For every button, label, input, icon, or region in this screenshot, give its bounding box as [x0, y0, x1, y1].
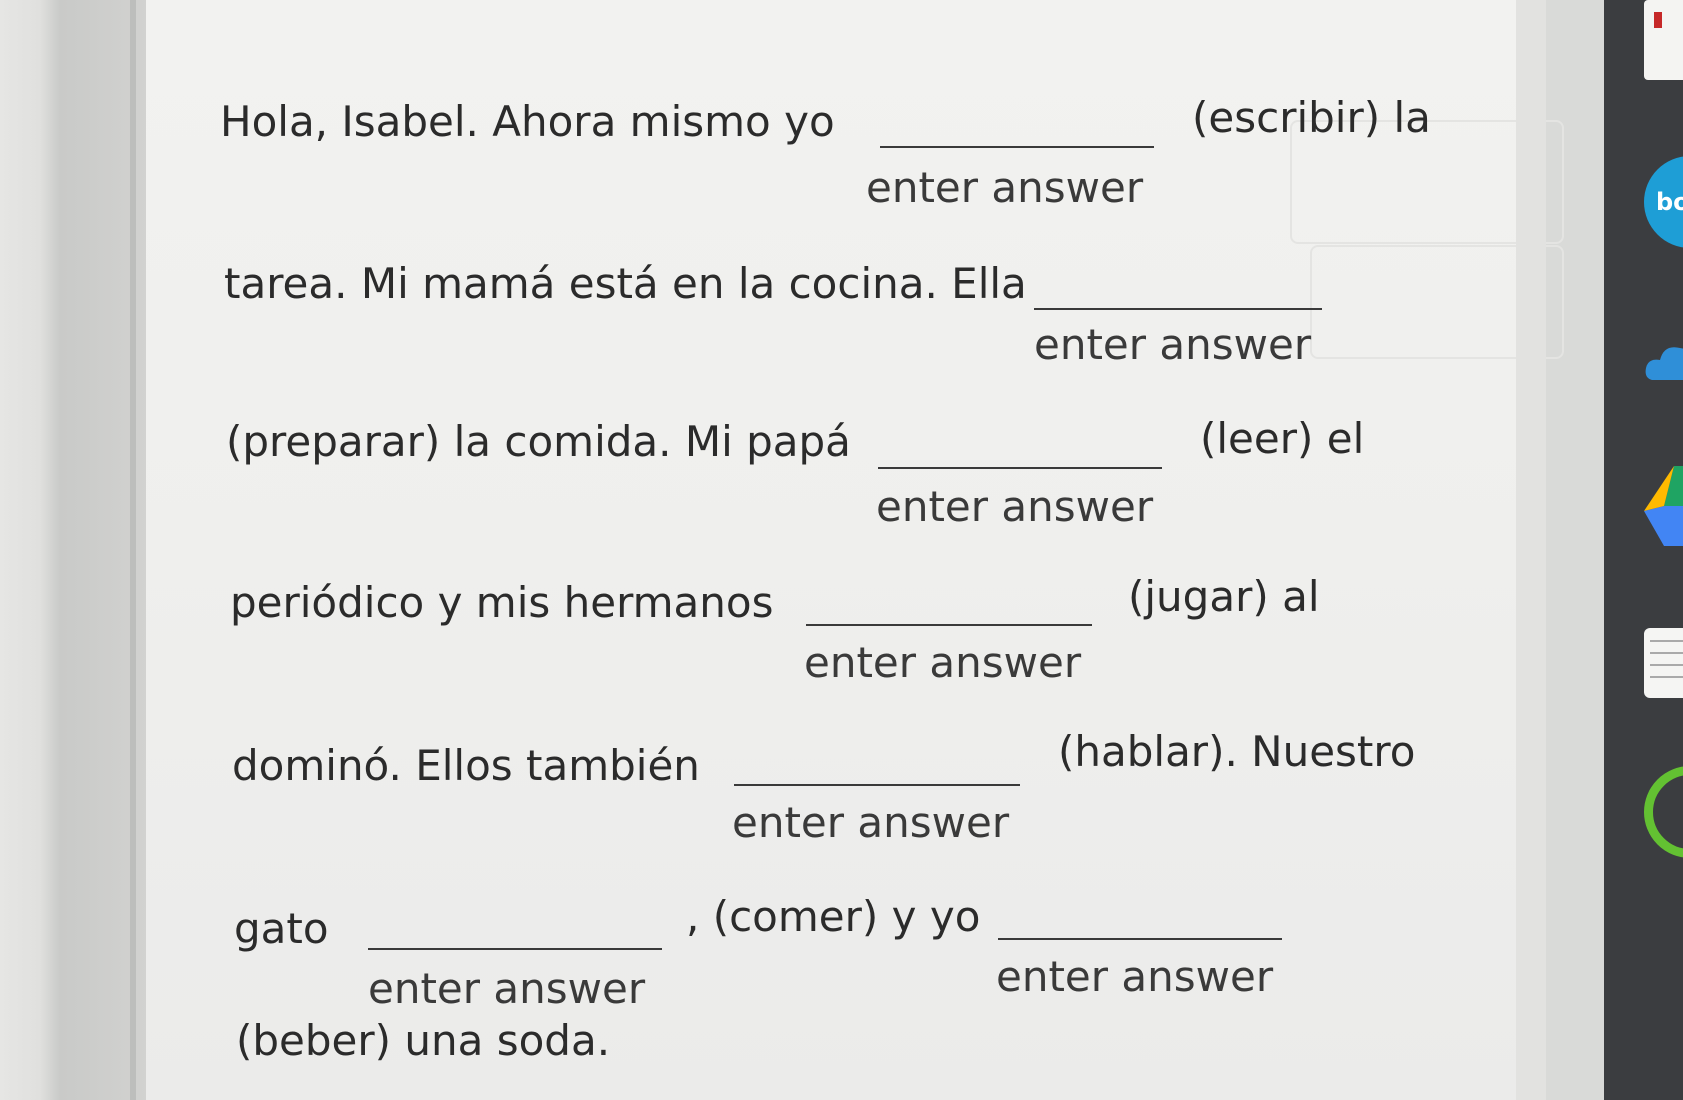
left-gutter [0, 0, 150, 1100]
verb-hint: (beber) una soda. [236, 1016, 611, 1065]
answer-blank-underline [880, 146, 1154, 148]
verb-hint: , (comer) y yo [686, 892, 981, 941]
verb-hint: (hablar). Nuestro [1058, 727, 1416, 776]
answer-input-5[interactable]: enter answer [732, 798, 1009, 848]
verb-hint: (escribir) la [1192, 93, 1431, 142]
answer-blank-underline [734, 784, 1020, 786]
drive-icon[interactable] [1644, 466, 1683, 546]
bo-app-icon[interactable]: bo [1644, 156, 1683, 248]
cloud-icon[interactable] [1644, 330, 1683, 390]
answer-input-6[interactable]: enter answer [368, 964, 645, 1014]
app-dock: bo [1604, 0, 1683, 1100]
green-ring-app-icon[interactable] [1644, 766, 1683, 858]
answer-input-7[interactable]: enter answer [996, 952, 1273, 1002]
answer-blank-underline [998, 938, 1282, 940]
answer-blank-underline [368, 948, 662, 950]
notes-icon[interactable] [1644, 628, 1683, 698]
sentence-text: periódico y mis hermanos [230, 578, 774, 627]
answer-input-4[interactable]: enter answer [804, 638, 1081, 688]
answer-input-1[interactable]: enter answer [866, 163, 1143, 213]
answer-input-2[interactable]: enter answer [1034, 320, 1311, 370]
answer-blank-underline [1034, 308, 1322, 310]
sentence-text: Hola, Isabel. Ahora mismo yo [220, 97, 835, 146]
sentence-text: dominó. Ellos también [232, 741, 700, 790]
scroll-gutter[interactable] [1516, 0, 1546, 1100]
answer-blank-underline [878, 467, 1162, 469]
verb-hint: (jugar) al [1128, 572, 1320, 621]
sentence-text: gato [234, 904, 329, 953]
bookmark-icon[interactable] [1644, 0, 1683, 80]
sentence-text: tarea. Mi mamá está en la cocina. Ella [224, 259, 1027, 308]
verb-hint: (preparar) la comida. Mi papá [226, 417, 851, 466]
verb-hint: (leer) el [1200, 414, 1365, 463]
answer-input-3[interactable]: enter answer [876, 482, 1153, 532]
answer-blank-underline [806, 624, 1092, 626]
